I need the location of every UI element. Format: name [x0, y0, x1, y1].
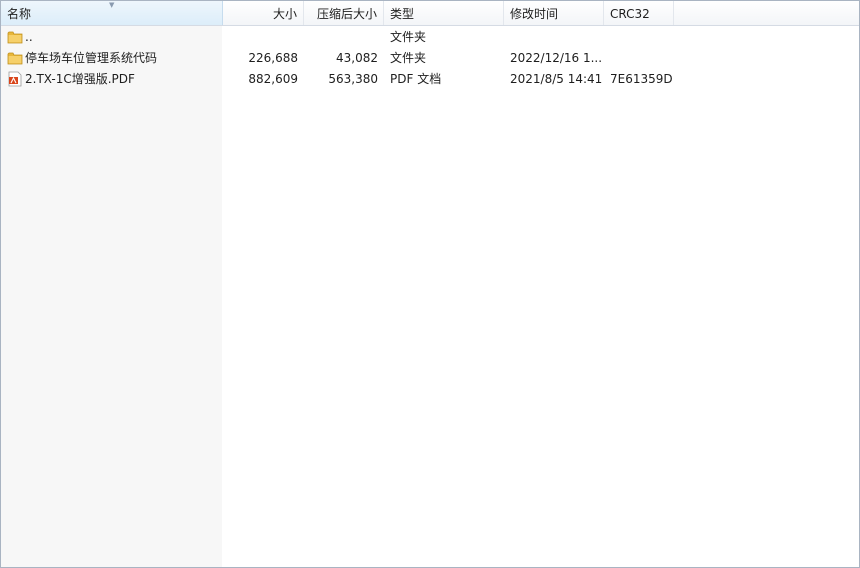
column-header-crc32[interactable]: CRC32	[604, 1, 674, 25]
column-header-size[interactable]: 大小	[223, 1, 304, 25]
file-modified	[504, 27, 604, 48]
file-modified: 2022/12/16 1...	[510, 51, 603, 65]
file-modified: 2021/8/5 14:41	[510, 72, 603, 86]
name-column-background	[1, 25, 222, 567]
file-type: 文件夹	[390, 30, 427, 44]
column-header-name[interactable]: 名称 ▼	[1, 1, 223, 25]
column-header-name-label: 名称	[7, 7, 32, 21]
file-type: 文件夹	[390, 51, 427, 65]
file-crc32	[604, 48, 674, 69]
file-size	[223, 27, 304, 48]
column-header-packed-size-label: 压缩后大小	[316, 7, 377, 21]
column-header-modified[interactable]: 修改时间	[504, 1, 604, 25]
file-row-folder[interactable]: 停车场车位管理系统代码 226,688 43,082 文件夹 2022/12/1…	[1, 48, 859, 69]
file-packed-size: 43,082	[336, 51, 378, 65]
column-header-packed-size[interactable]: 压缩后大小	[304, 1, 384, 25]
file-row-pdf[interactable]: 2.TX-1C增强版.PDF 882,609 563,380 PDF 文档 20…	[1, 69, 859, 90]
column-header-bar: 名称 ▼ 大小 压缩后大小 类型 修改时间 CRC32	[1, 1, 859, 26]
file-name: 停车场车位管理系统代码	[25, 51, 158, 65]
file-name: 2.TX-1C增强版.PDF	[25, 72, 135, 86]
file-crc32	[604, 27, 674, 48]
column-header-type-label: 类型	[390, 7, 415, 21]
file-crc32: 7E61359D	[610, 72, 673, 86]
file-size: 226,688	[248, 51, 298, 65]
file-packed-size: 563,380	[328, 72, 378, 86]
sort-arrow-icon: ▼	[109, 1, 115, 9]
archive-file-list-window: 名称 ▼ 大小 压缩后大小 类型 修改时间 CRC32 .. 文件夹 停车场车位…	[0, 0, 860, 568]
file-packed-size	[304, 27, 384, 48]
file-row-parent[interactable]: .. 文件夹	[1, 27, 859, 48]
column-header-modified-label: 修改时间	[510, 7, 559, 21]
file-size: 882,609	[248, 72, 298, 86]
file-type: PDF 文档	[390, 72, 442, 86]
column-header-size-label: 大小	[272, 7, 297, 21]
column-header-crc32-label: CRC32	[610, 7, 650, 21]
file-name: ..	[25, 30, 33, 44]
column-header-type[interactable]: 类型	[384, 1, 504, 25]
